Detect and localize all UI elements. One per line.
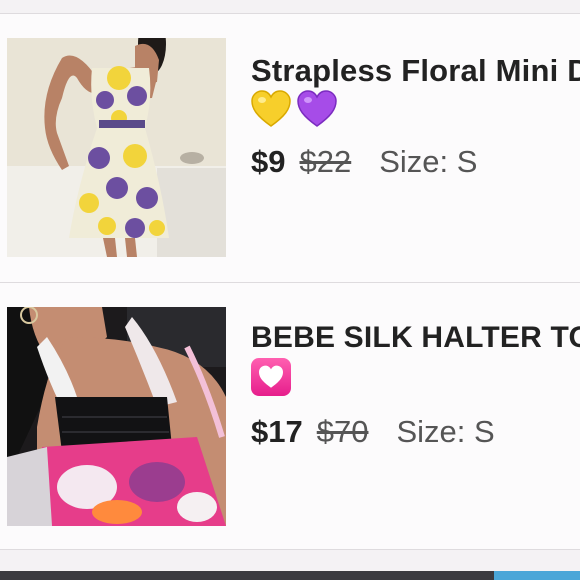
floral-dress-photo bbox=[7, 38, 226, 257]
size-label: Size: S bbox=[379, 144, 478, 179]
original-price: $22 bbox=[299, 144, 352, 179]
price-line: $17 $70 Size: S bbox=[251, 414, 495, 450]
listing-title[interactable]: BEBE SILK HALTER TO bbox=[251, 321, 580, 355]
heart-decoration-icon bbox=[251, 358, 291, 396]
listing-price: $17 bbox=[251, 414, 303, 449]
listing-card[interactable]: Strapless Floral Mini D $9 $22 Size: S bbox=[0, 14, 580, 283]
listing-emojis bbox=[251, 90, 337, 128]
size-label: Size: S bbox=[396, 414, 495, 449]
yellow-heart-icon bbox=[251, 90, 291, 128]
listing-card[interactable]: BEBE SILK HALTER TO $17 $70 Size: S bbox=[0, 283, 580, 550]
listings-screen: Strapless Floral Mini D $9 $22 Size: S B… bbox=[0, 0, 580, 580]
bottom-tab-bar[interactable] bbox=[0, 571, 580, 580]
halter-top-photo bbox=[7, 307, 226, 526]
listing-price: $9 bbox=[251, 144, 286, 179]
listing-title[interactable]: Strapless Floral Mini D bbox=[251, 53, 580, 89]
original-price: $70 bbox=[316, 414, 369, 449]
listing-thumbnail[interactable] bbox=[7, 307, 226, 526]
listing-thumbnail[interactable] bbox=[7, 38, 226, 257]
bottom-bar-accent[interactable] bbox=[494, 571, 580, 580]
price-line: $9 $22 Size: S bbox=[251, 144, 477, 180]
listing-emojis bbox=[251, 358, 291, 396]
purple-heart-icon bbox=[297, 90, 337, 128]
